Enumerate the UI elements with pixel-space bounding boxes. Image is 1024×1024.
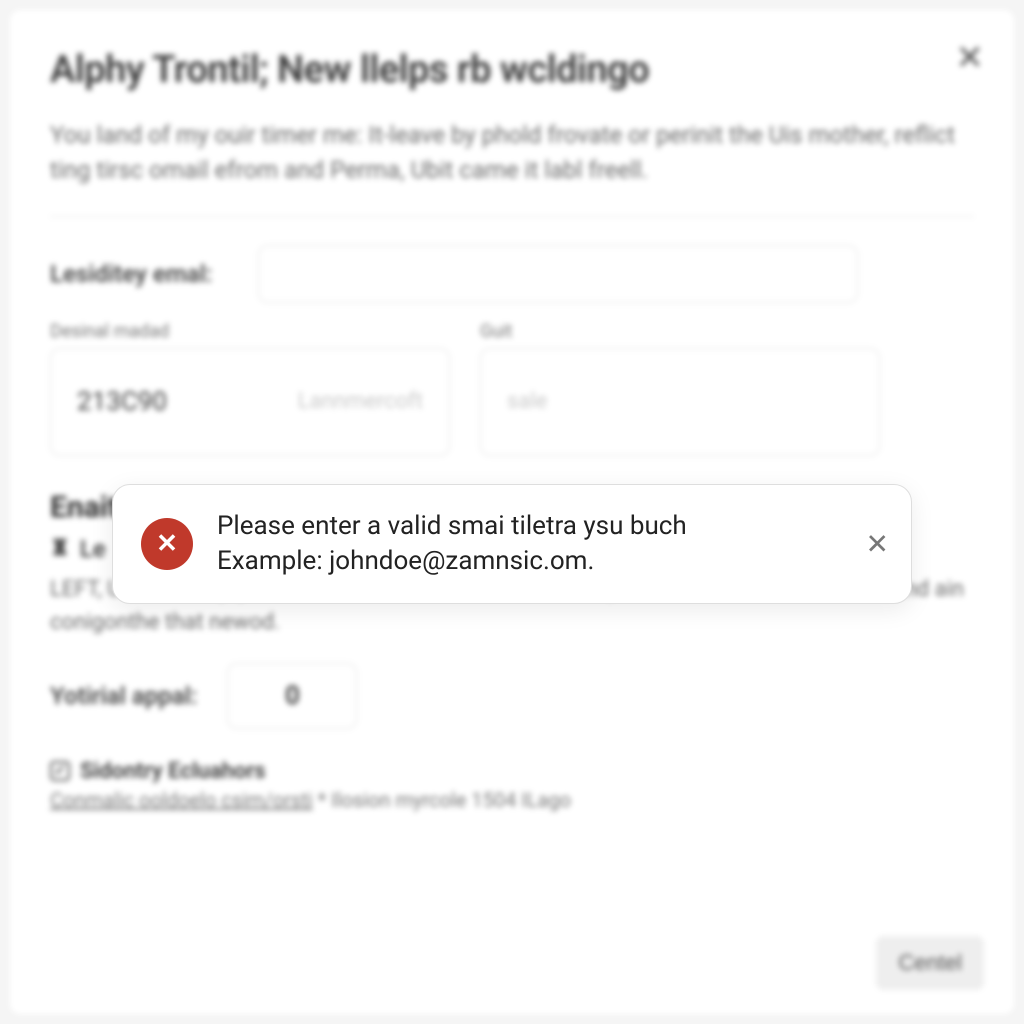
columns-header: Desinal madad Guit: [50, 321, 974, 342]
meta-rest: * Ilosion myrcole 1504 ILago: [313, 788, 571, 812]
col-right-box[interactable]: sale: [480, 348, 880, 456]
error-line-1: Please enter a valid smai tiletra ysu bu…: [217, 511, 687, 541]
error-icon: ✕: [141, 518, 193, 570]
col-left-box[interactable]: 213C90 Lannmercoft: [50, 348, 450, 456]
subrow-text: Le: [80, 535, 106, 563]
checkbox-icon[interactable]: ✓: [50, 761, 70, 781]
check-line-text: Sidontry Ecluahors: [80, 759, 266, 784]
appal-input[interactable]: 0: [227, 663, 357, 729]
close-icon[interactable]: ✕: [956, 38, 985, 78]
appal-label: Yotirial appal:: [50, 682, 197, 710]
col-left-ghost: Lannmercoft: [298, 389, 423, 414]
toast-dismiss-button[interactable]: ✕: [866, 528, 889, 561]
error-message: Please enter a valid smai tiletra ysu bu…: [217, 509, 687, 579]
error-line-2: Example: johndoe@zamnsic.om.: [217, 546, 594, 576]
cancel-button[interactable]: Centel: [876, 936, 984, 990]
meta-link[interactable]: Conmalic ooldoelo csim/orsti: [50, 788, 313, 812]
col-right-ghost: sale: [507, 389, 547, 414]
col-right-header: Guit: [480, 321, 880, 342]
meta-line: Conmalic ooldoelo csim/orsti * Ilosion m…: [50, 788, 974, 812]
error-toast: ✕ Please enter a valid smai tiletra ysu …: [112, 484, 912, 604]
castle-icon: ♜: [50, 536, 70, 561]
dialog-title: Alphy Trontil; New llelps rb wcldingo: [50, 48, 974, 92]
appal-row: Yotirial appal: 0: [50, 663, 974, 729]
email-field-row: Lesiditey emal:: [50, 245, 974, 303]
dialog-description: You land of my ouir timer me: It-leave b…: [50, 118, 974, 188]
email-input[interactable]: [258, 245, 858, 303]
email-label: Lesiditey emal:: [50, 260, 230, 288]
columns-body: 213C90 Lannmercoft sale: [50, 348, 974, 456]
divider: [50, 216, 974, 217]
col-left-value: 213C90: [77, 387, 167, 417]
dialog-footer: Centel: [876, 936, 984, 990]
check-line[interactable]: ✓ Sidontry Ecluahors: [50, 759, 974, 784]
col-left-header: Desinal madad: [50, 321, 450, 342]
